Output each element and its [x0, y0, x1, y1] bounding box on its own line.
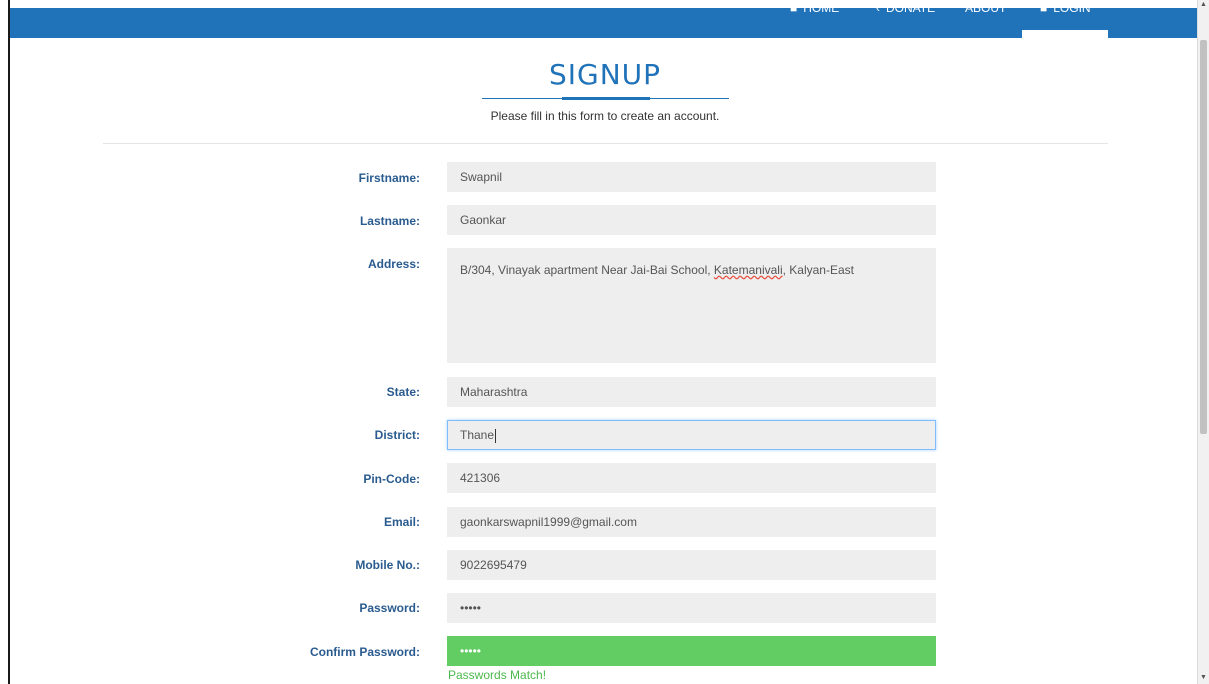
nav-about[interactable]: ABOUT [965, 1, 1007, 18]
confirm-password-input[interactable]: ••••• [447, 636, 936, 666]
nav-about-label: ABOUT [965, 1, 1007, 15]
window-left-edge [0, 0, 10, 684]
confirm-password-label: Confirm Password: [309, 645, 420, 659]
address-text-start: B/304, Vinayak apartment Near Jai-Bai Sc… [460, 263, 714, 277]
lastname-label: Lastname: [359, 214, 420, 228]
address-misspelled-word: Katemanivali [713, 263, 783, 277]
firstname-label: Firstname: [358, 171, 420, 185]
nav-login-label: LOGIN [1053, 1, 1091, 15]
nav-home-label: HOME [803, 1, 840, 15]
state-input[interactable]: Maharashtra [447, 377, 936, 407]
nav-donate[interactable]: ‹ DONATE [876, 1, 936, 18]
password-input[interactable]: ••••• [447, 593, 936, 623]
address-label: Address: [367, 257, 420, 271]
district-value: Thane [460, 428, 495, 442]
state-label: State: [386, 385, 420, 399]
page-title: SIGNUP [548, 58, 662, 91]
lastname-input[interactable]: Gaonkar [447, 205, 936, 235]
scroll-up-arrow-icon[interactable]: ▲ [1199, 0, 1208, 10]
district-label: District: [374, 428, 420, 442]
pincode-label: Pin-Code: [363, 472, 420, 486]
vertical-scrollbar[interactable]: ▲ ▼ [1197, 0, 1209, 684]
scrollbar-thumb[interactable] [1200, 40, 1207, 434]
firstname-input[interactable]: Swapnil [447, 162, 936, 192]
district-input[interactable]: Thane [447, 420, 936, 450]
page-subtitle: Please fill in this form to create an ac… [490, 109, 720, 123]
password-match-message: Passwords Match! [448, 668, 547, 682]
email-input[interactable]: gaonkarswapnil1999@gmail.com [447, 507, 936, 537]
password-label: Password: [359, 601, 420, 615]
mobile-label: Mobile No.: [355, 558, 420, 572]
mobile-input[interactable]: 9022695479 [447, 550, 936, 580]
email-label: Email: [383, 515, 420, 529]
address-text-end: , Kalyan-East [782, 263, 854, 277]
top-navbar: ■ HOME ‹ DONATE ABOUT ■ LOGIN [10, 0, 1197, 38]
nav-donate-label: DONATE [886, 1, 936, 15]
active-tab-indicator [1022, 30, 1108, 38]
scroll-down-arrow-icon[interactable]: ▼ [1199, 673, 1208, 683]
login-icon: ■ [1040, 1, 1048, 15]
title-underline-accent [562, 97, 650, 100]
nav-login[interactable]: ■ LOGIN [1040, 1, 1091, 18]
home-icon: ■ [790, 1, 798, 15]
section-divider [103, 143, 1108, 144]
address-textarea[interactable]: B/304, Vinayak apartment Near Jai-Bai Sc… [447, 248, 936, 363]
nav-home[interactable]: ■ HOME [790, 1, 840, 18]
text-cursor [495, 428, 497, 443]
heart-icon: ‹ [876, 1, 880, 15]
pincode-input[interactable]: 421306 [447, 463, 936, 493]
